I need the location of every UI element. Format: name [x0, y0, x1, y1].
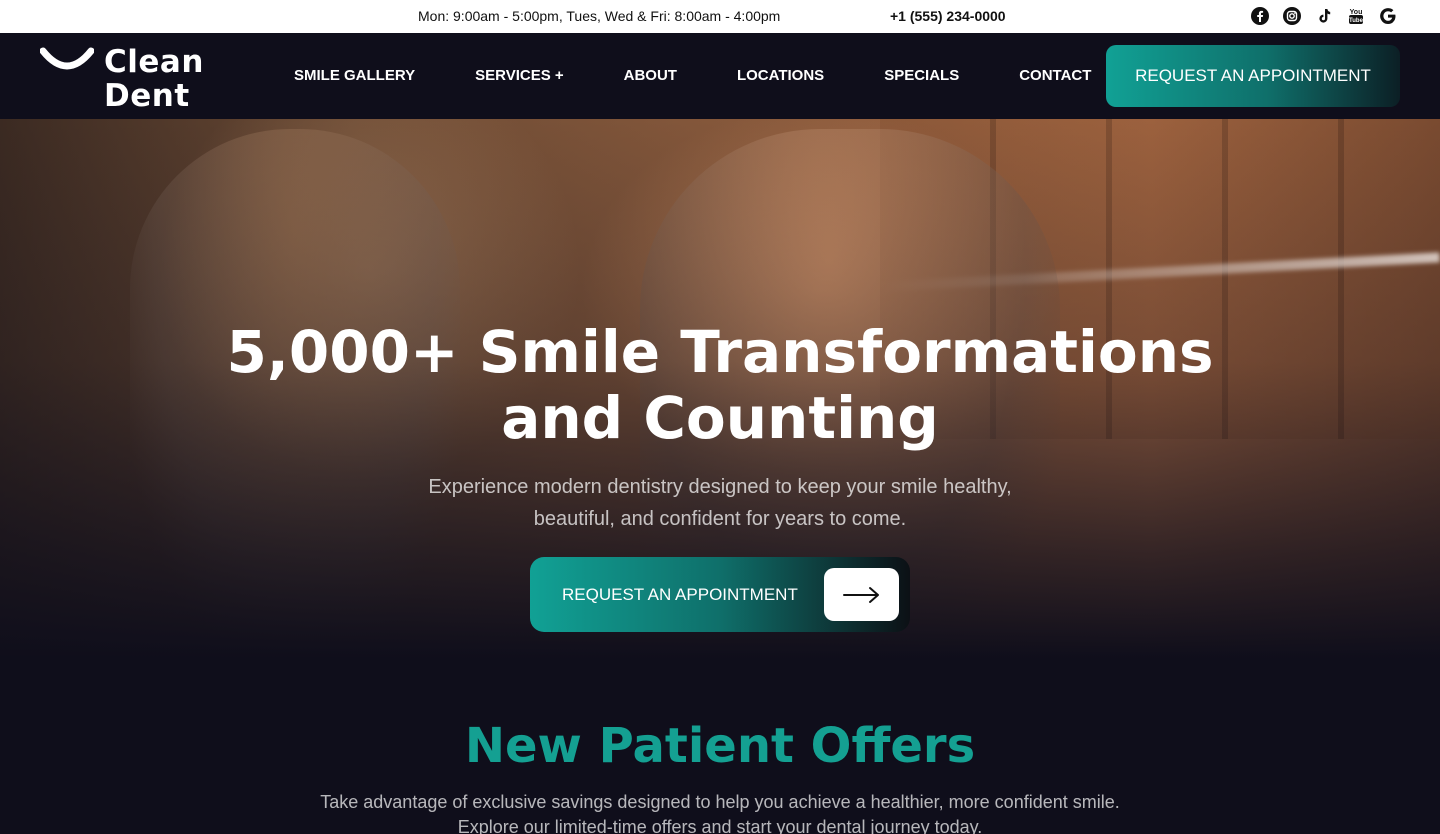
- phone-number[interactable]: +1 (555) 234-0000: [890, 8, 1006, 24]
- nav-item-about[interactable]: ABOUT: [624, 67, 677, 84]
- nav-item-services[interactable]: SERVICES +: [475, 67, 564, 84]
- offers-title: New Patient Offers: [464, 718, 976, 774]
- top-info-bar: Mon: 9:00am - 5:00pm, Tues, Wed & Fri: 8…: [0, 0, 1440, 33]
- tiktok-icon[interactable]: [1314, 6, 1334, 26]
- smile-logo-icon: [40, 47, 94, 70]
- hero-request-appointment-button[interactable]: REQUEST AN APPOINTMENT: [530, 557, 910, 632]
- offers-description-line-2: Explore our limited-time offers and star…: [457, 817, 983, 834]
- main-navigation: Clean Dent SMILE GALLERY SERVICES + ABOU…: [0, 33, 1440, 119]
- logo-line-dent: Dent: [104, 78, 190, 114]
- instagram-icon[interactable]: [1282, 6, 1302, 26]
- request-appointment-button[interactable]: REQUEST AN APPOINTMENT: [1106, 45, 1400, 107]
- arrow-right-icon: [824, 568, 899, 621]
- logo-wordmark: Clean Dent: [104, 45, 204, 113]
- nav-item-smile-gallery[interactable]: SMILE GALLERY: [294, 67, 415, 84]
- hero-subtitle-line-1: Experience modern dentistry designed to …: [428, 476, 1012, 498]
- svg-text:You: You: [1350, 9, 1363, 16]
- hero-cta-label: REQUEST AN APPOINTMENT: [562, 585, 798, 604]
- hero-title-line-2: and Counting: [501, 384, 939, 452]
- svg-text:Tube: Tube: [1349, 18, 1364, 24]
- clean-dent-logo[interactable]: Clean Dent: [40, 45, 204, 113]
- nav-menu: SMILE GALLERY SERVICES + ABOUT LOCATIONS…: [294, 67, 1091, 84]
- office-hours: Mon: 9:00am - 5:00pm, Tues, Wed & Fri: 8…: [418, 8, 781, 24]
- hero-section: 5,000+ Smile Transformations and Countin…: [0, 119, 1440, 659]
- hero-title: 5,000+ Smile Transformations and Countin…: [0, 319, 1440, 451]
- logo-line-clean: Clean: [104, 44, 204, 80]
- offers-description: Take advantage of exclusive savings desi…: [270, 790, 1170, 834]
- hero-subtitle: Experience modern dentistry designed to …: [400, 471, 1040, 535]
- nav-item-contact[interactable]: CONTACT: [1019, 67, 1091, 84]
- nav-item-locations[interactable]: LOCATIONS: [737, 67, 824, 84]
- google-icon[interactable]: [1378, 6, 1398, 26]
- facebook-icon[interactable]: [1250, 6, 1270, 26]
- social-links: You Tube: [1250, 6, 1398, 26]
- hero-subtitle-line-2: beautiful, and confident for years to co…: [533, 508, 907, 530]
- youtube-icon[interactable]: You Tube: [1346, 6, 1366, 26]
- offers-description-line-1: Take advantage of exclusive savings desi…: [320, 792, 1120, 812]
- hero-title-line-1: 5,000+ Smile Transformations: [226, 318, 1214, 386]
- nav-item-specials[interactable]: SPECIALS: [884, 67, 959, 84]
